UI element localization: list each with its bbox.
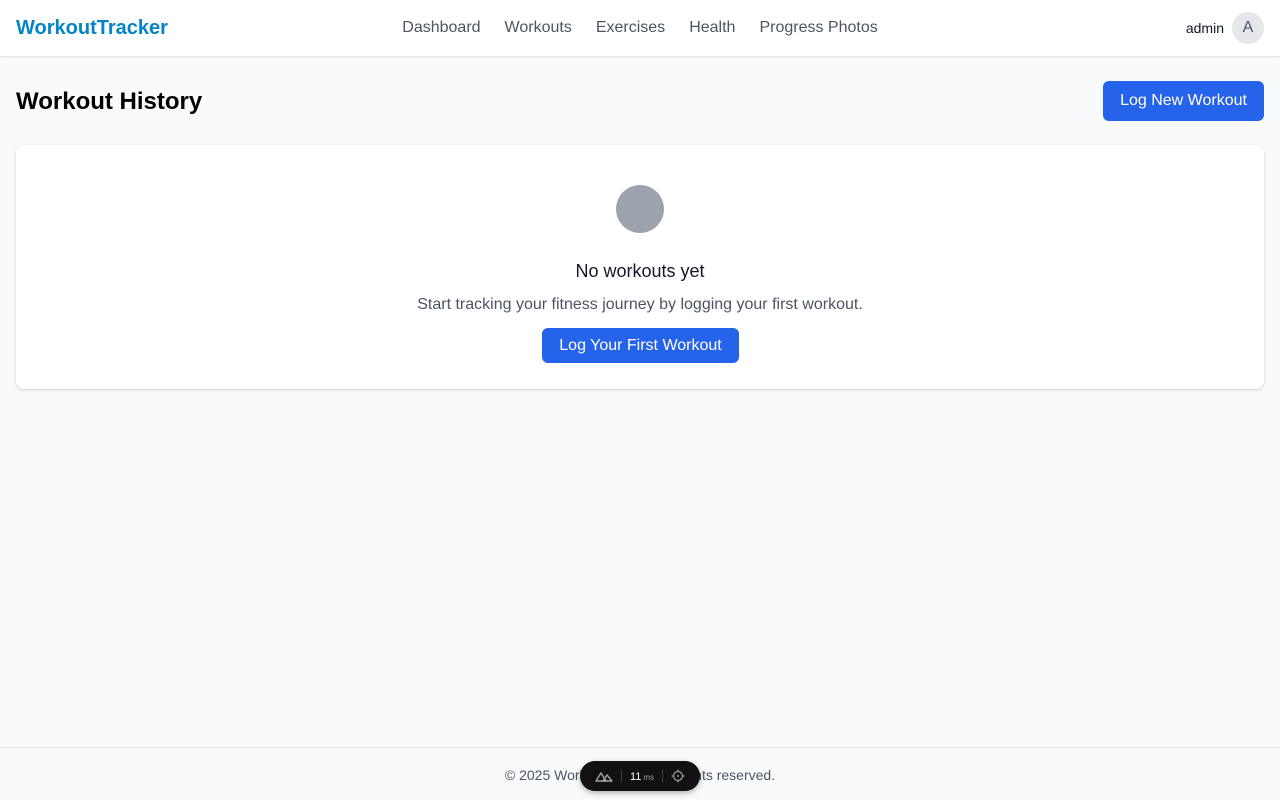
main-nav: Dashboard Workouts Exercises Health Prog…: [0, 17, 1280, 39]
avatar[interactable]: A: [1232, 12, 1264, 44]
empty-state-title: No workouts yet: [575, 261, 705, 281]
empty-state-icon: [616, 185, 664, 233]
username: admin: [1185, 20, 1224, 36]
top-navbar: WorkoutTracker Dashboard Workouts Exerci…: [0, 0, 1280, 57]
devtools-toolbar[interactable]: 11 ms: [580, 761, 700, 791]
nav-health[interactable]: Health: [689, 17, 735, 39]
devtools-timing: 11 ms: [629, 771, 655, 783]
nav-progress-photos[interactable]: Progress Photos: [759, 17, 877, 39]
page-title: Workout History: [16, 88, 203, 115]
log-first-workout-button[interactable]: Log Your First Workout: [542, 328, 739, 363]
devtools-divider: [620, 770, 622, 782]
user-menu[interactable]: admin A: [1186, 12, 1264, 44]
nav-exercises[interactable]: Exercises: [596, 17, 665, 39]
devtools-divider: [662, 770, 664, 782]
log-new-workout-button[interactable]: Log New Workout: [1103, 81, 1264, 121]
nav-dashboard[interactable]: Dashboard: [402, 17, 480, 39]
empty-state-description: Start tracking your fitness journey by l…: [417, 296, 863, 313]
empty-state-card: No workouts yet Start tracking your fitn…: [16, 145, 1264, 389]
nav-workouts[interactable]: Workouts: [505, 17, 572, 39]
crosshair-icon[interactable]: [671, 769, 685, 783]
nuxt-logo-icon[interactable]: [595, 769, 613, 783]
